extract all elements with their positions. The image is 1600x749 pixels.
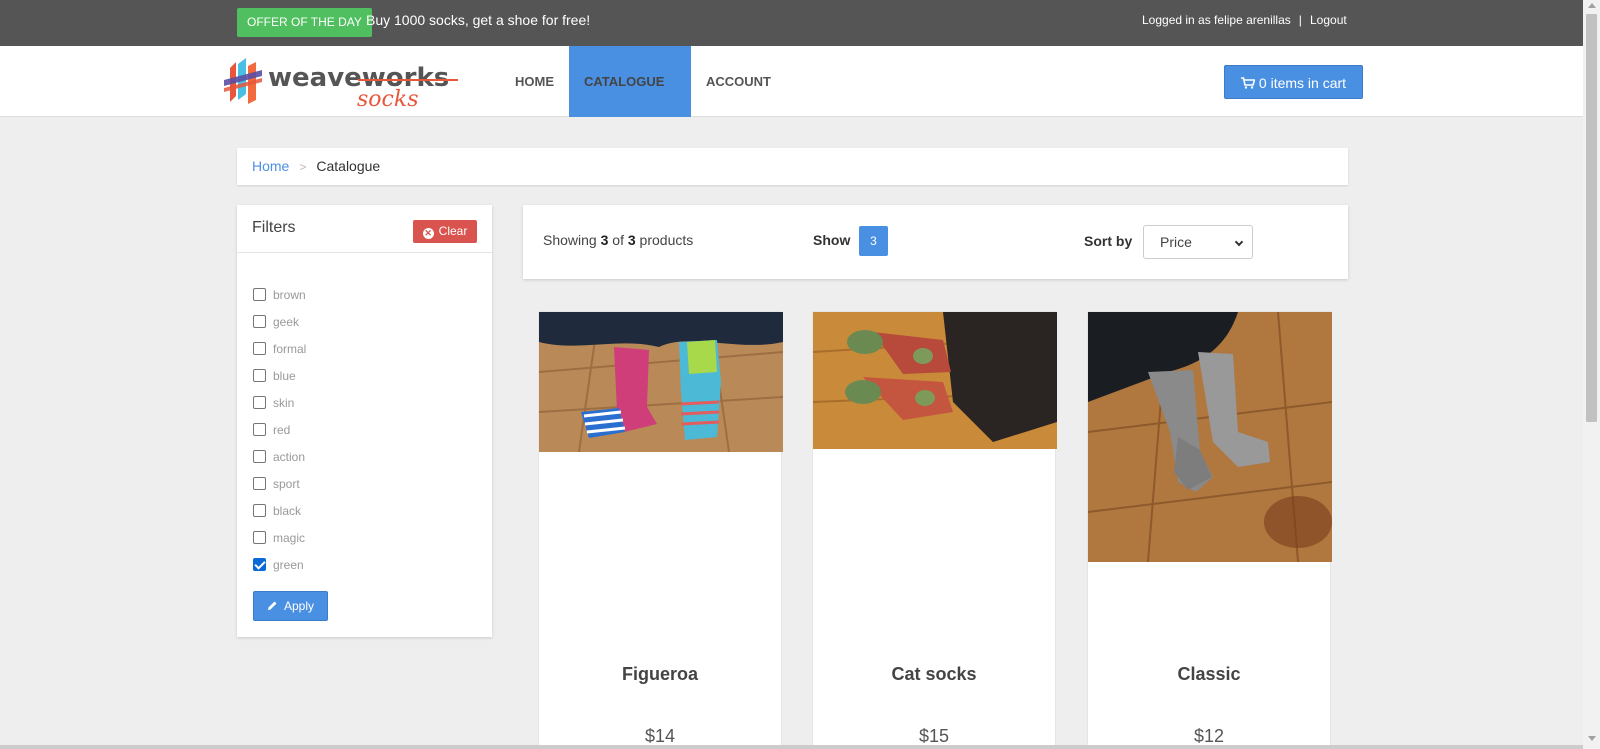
filter-checkbox[interactable] <box>253 342 266 355</box>
clear-label: Clear <box>438 224 468 238</box>
filters-title: Filters <box>252 219 296 236</box>
product-price: $12 <box>1193 726 1225 746</box>
clear-filters-button[interactable]: ✕ Clear <box>413 220 477 243</box>
product-name[interactable]: Classic <box>1088 664 1330 685</box>
filter-label: geek <box>273 314 300 329</box>
product-name[interactable]: Cat socks <box>813 664 1055 685</box>
breadcrumb-home[interactable]: Home <box>252 158 289 174</box>
filter-label: green <box>273 557 304 572</box>
filter-list: brown geek formal blue skin red action s… <box>253 281 306 578</box>
filters-header: Filters ✕ Clear <box>237 205 492 253</box>
showing-suffix: products <box>639 232 694 248</box>
product-image[interactable] <box>1088 312 1332 562</box>
breadcrumb-current: Catalogue <box>316 158 381 174</box>
sort-by-label: Sort by <box>1084 233 1133 249</box>
filter-checkbox[interactable] <box>253 369 266 382</box>
nav-home[interactable]: HOME <box>500 46 569 117</box>
logged-in-text: Logged in as felipe arenillas <box>1142 13 1291 27</box>
sort-value: Price <box>1160 234 1192 250</box>
filter-checkbox[interactable] <box>253 477 266 490</box>
showing-number: 3 <box>600 232 609 248</box>
product-price: $14 <box>644 726 676 746</box>
apply-filters-button[interactable]: Apply <box>253 591 328 621</box>
scroll-down-arrow-icon[interactable] <box>1588 736 1596 741</box>
filter-label: red <box>273 422 291 437</box>
filter-label: magic <box>273 530 306 545</box>
filter-item[interactable]: geek <box>253 308 306 335</box>
nav-account[interactable]: ACCOUNT <box>691 46 786 117</box>
show-label: Show <box>813 232 851 248</box>
apply-label: Apply <box>283 599 315 613</box>
filter-checkbox[interactable] <box>253 504 266 517</box>
filter-label: blue <box>273 368 296 383</box>
cart-button[interactable]: 0 items in cart <box>1224 65 1363 99</box>
filter-item[interactable]: red <box>253 416 306 443</box>
filter-checkbox[interactable] <box>253 558 266 571</box>
login-separator: | <box>1298 13 1302 27</box>
nav-catalogue-label: CATALOGUE <box>584 74 665 89</box>
filter-checkbox[interactable] <box>253 450 266 463</box>
breadcrumb-separator: > <box>299 160 307 174</box>
filters-panel: Filters ✕ Clear brown geek formal blue sk… <box>237 205 492 637</box>
filter-item[interactable]: brown <box>253 281 306 308</box>
product-card[interactable]: Figueroa $14 <box>538 311 783 749</box>
logo-socks-text: socks <box>357 87 418 108</box>
filter-checkbox[interactable] <box>253 423 266 436</box>
filter-item[interactable]: green <box>253 551 306 578</box>
scrollbar-thumb[interactable] <box>1586 14 1597 422</box>
horizontal-scrollbar[interactable] <box>0 745 1583 749</box>
filter-item[interactable]: action <box>253 443 306 470</box>
pencil-icon <box>267 601 277 610</box>
login-status: Logged in as felipe arenillas | <box>1142 13 1310 27</box>
nav-catalogue[interactable]: CATALOGUE <box>569 46 691 156</box>
breadcrumb: Home > Catalogue <box>237 148 1348 185</box>
showing-count: Showing 3 of 3 products <box>543 232 693 248</box>
scroll-up-arrow-icon[interactable] <box>1588 3 1596 8</box>
logo-mark-icon <box>224 58 262 104</box>
logout-link[interactable]: Logout <box>1310 13 1347 27</box>
filter-item[interactable]: formal <box>253 335 306 362</box>
filter-label: skin <box>273 395 295 410</box>
filter-item[interactable]: blue <box>253 362 306 389</box>
showing-total: 3 <box>627 232 636 248</box>
product-price: $15 <box>918 726 950 746</box>
filter-label: sport <box>273 476 300 491</box>
product-card[interactable]: Classic $12 <box>1087 311 1332 749</box>
show-count-button[interactable]: 3 <box>859 226 888 256</box>
filter-item[interactable]: black <box>253 497 306 524</box>
close-circle-icon: ✕ <box>422 228 434 239</box>
chevron-down-icon <box>1234 237 1244 247</box>
offer-of-the-day-badge[interactable]: OFFER OF THE DAY <box>237 8 372 37</box>
product-card[interactable]: Cat socks $15 <box>812 311 1057 749</box>
filter-label: formal <box>273 341 307 356</box>
showing-of: of <box>612 232 624 248</box>
product-image[interactable] <box>813 312 1057 449</box>
filter-item[interactable]: skin <box>253 389 306 416</box>
cart-label: 0 items in cart <box>1258 75 1347 91</box>
weaveworks-socks-logo[interactable]: weaveworks socks <box>222 56 462 112</box>
product-image[interactable] <box>539 312 783 452</box>
showing-prefix: Showing <box>543 232 597 248</box>
filter-label: brown <box>273 287 306 302</box>
product-name[interactable]: Figueroa <box>539 664 781 685</box>
sort-by-select[interactable]: Price <box>1143 225 1253 259</box>
products-toolbar: Showing 3 of 3 products Show 3 Sort by P… <box>523 205 1348 279</box>
offer-text: Buy 1000 socks, get a shoe for free! <box>366 12 591 28</box>
filter-checkbox[interactable] <box>253 531 266 544</box>
top-bar: OFFER OF THE DAY Buy 1000 socks, get a s… <box>0 0 1583 46</box>
filter-checkbox[interactable] <box>253 396 266 409</box>
filter-item[interactable]: sport <box>253 470 306 497</box>
shopping-cart-icon <box>1240 77 1256 89</box>
filter-label: black <box>273 503 302 518</box>
filter-checkbox[interactable] <box>253 315 266 328</box>
nav-bar: weaveworks socks HOME CATALOGUE ACCOUNT … <box>0 46 1583 156</box>
filter-item[interactable]: magic <box>253 524 306 551</box>
filter-checkbox[interactable] <box>253 288 266 301</box>
filter-label: action <box>273 449 306 464</box>
